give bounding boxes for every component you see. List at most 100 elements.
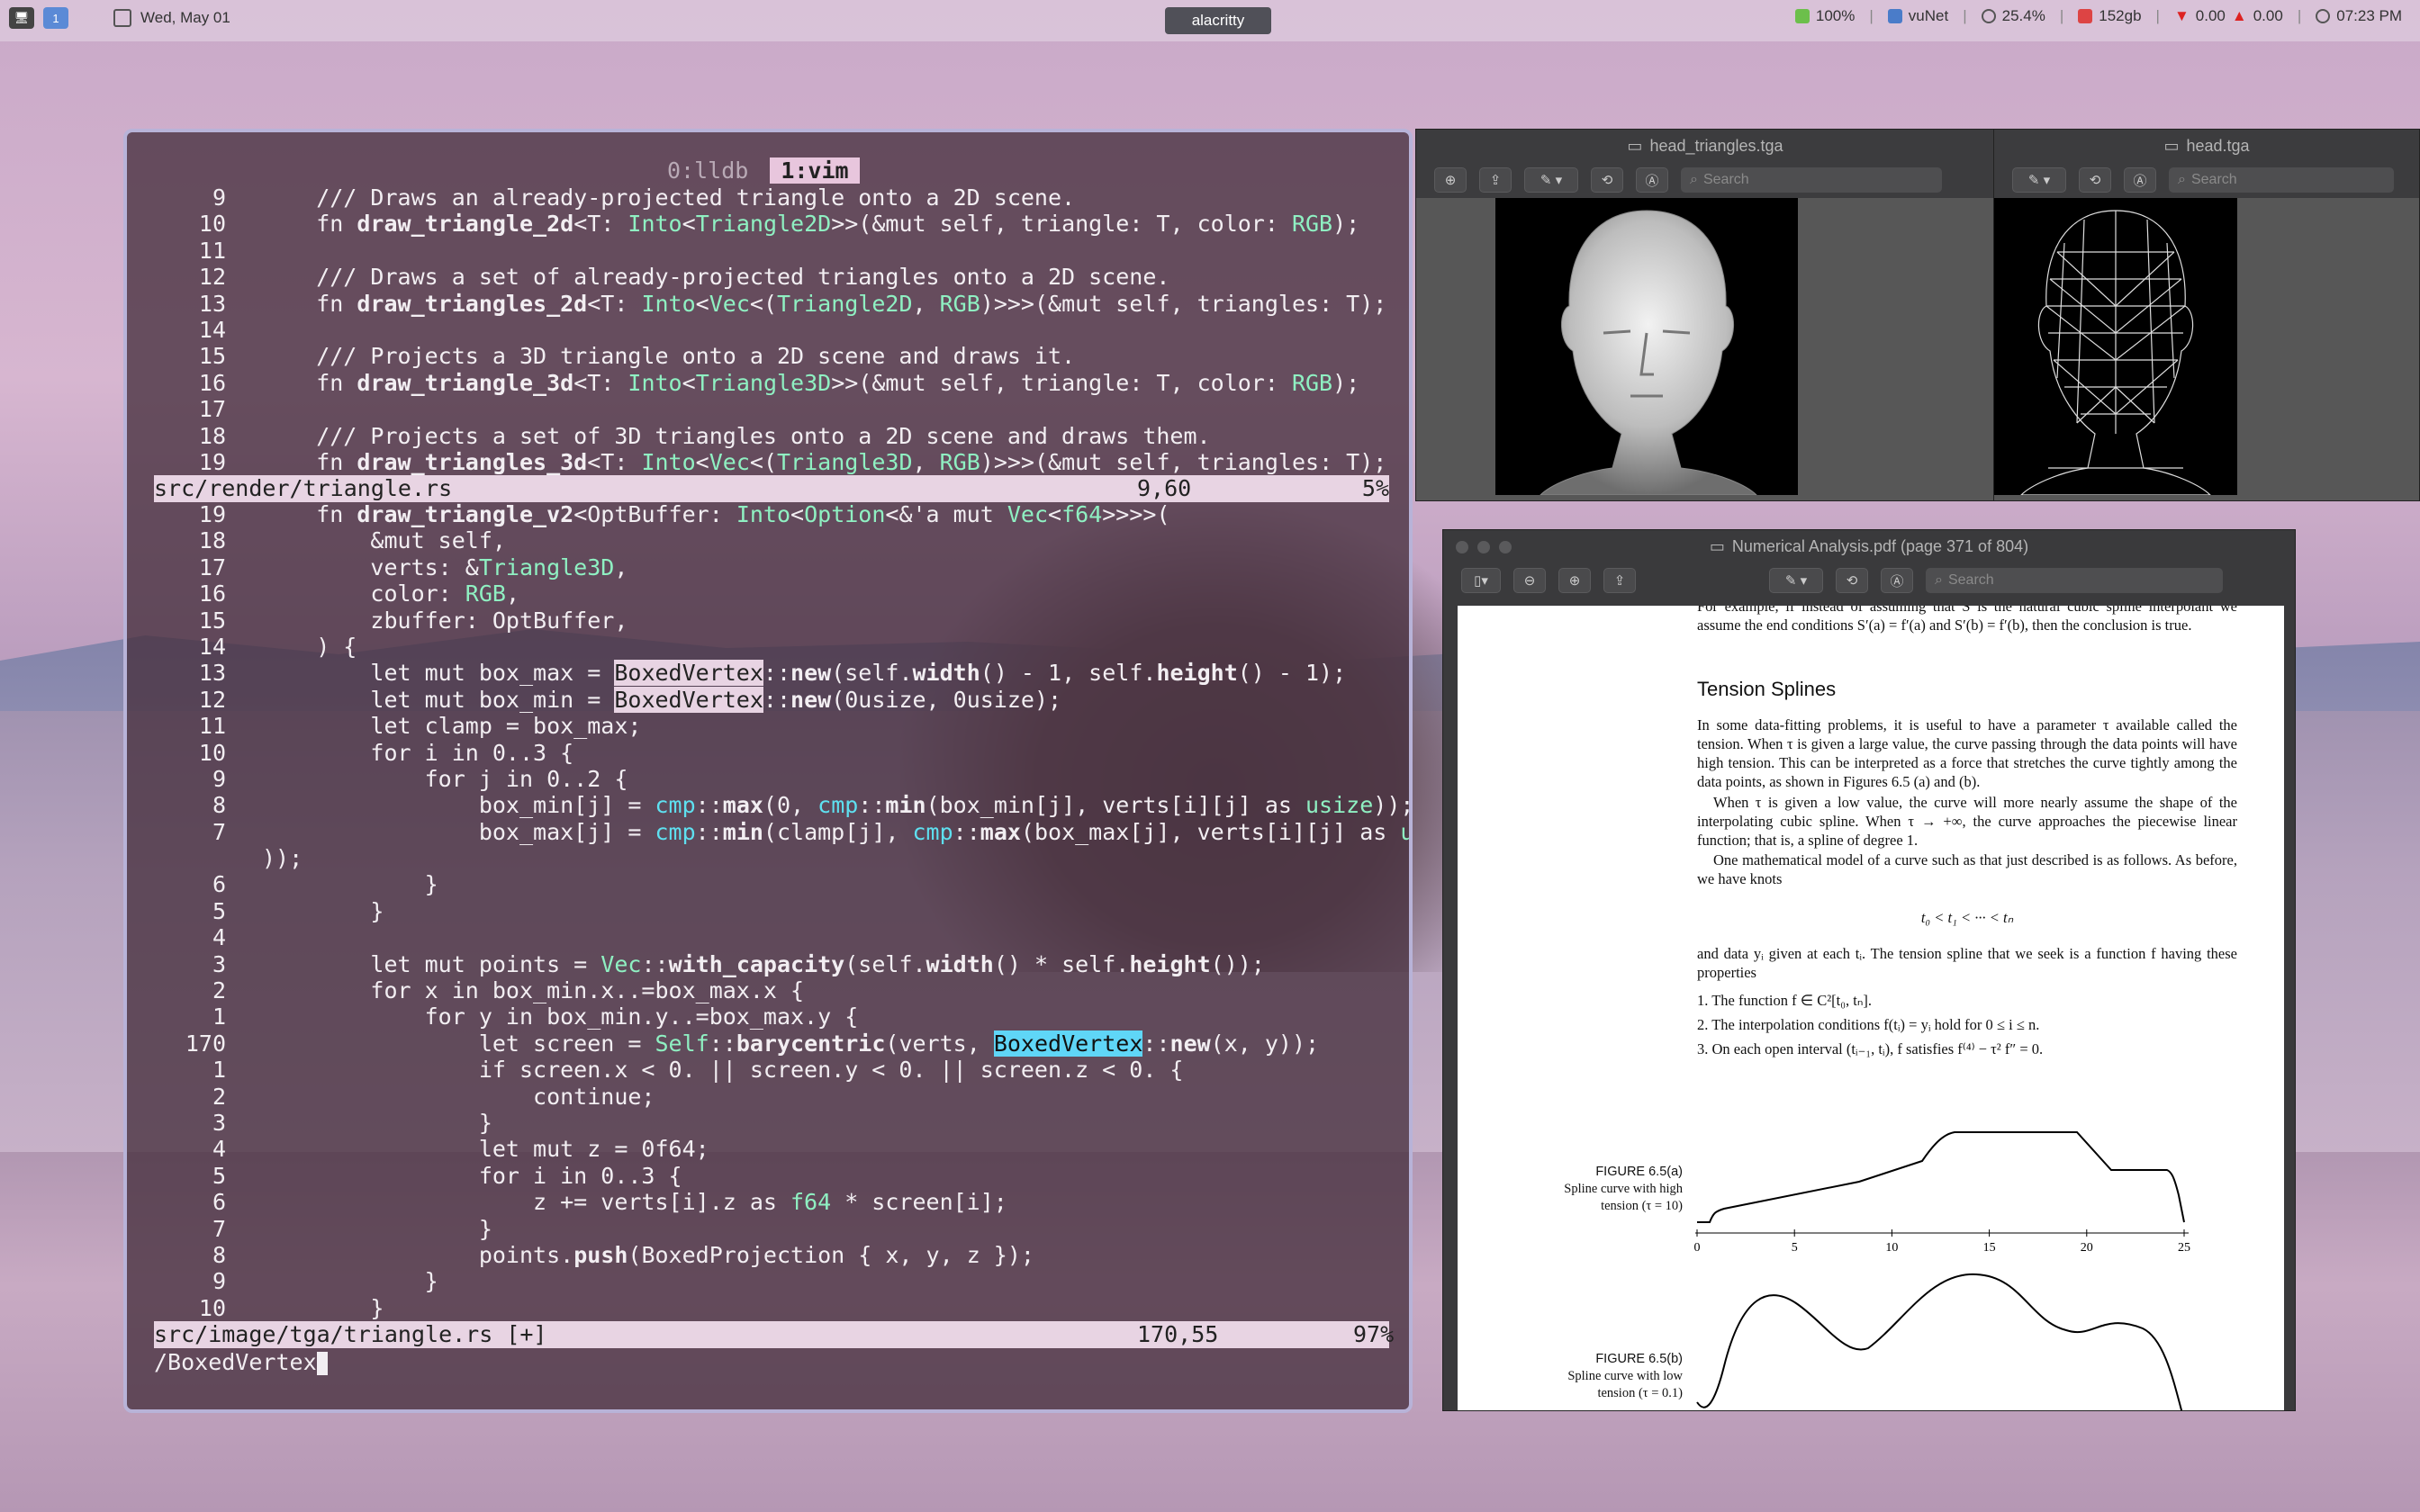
toolbar: ✎ ▾ ⟲ Ⓐ ⌕ Search [1994, 162, 2419, 198]
bottom-code-line[interactable]: 3 } [154, 1110, 1389, 1136]
net-down[interactable]: 0.00 [2196, 7, 2226, 25]
annotate-button[interactable]: Ⓐ [1881, 568, 1913, 593]
rotate-button[interactable]: ⟲ [1836, 568, 1868, 593]
top-code-line[interactable]: 18 /// Projects a set of 3D triangles on… [154, 423, 1389, 449]
bottom-code-line[interactable]: 6 z += verts[i].z as f64 * screen[i]; [154, 1189, 1389, 1215]
minimize-button[interactable] [1477, 541, 1490, 554]
statusline-filename: src/image/tga/triangle.rs [+] [154, 1321, 547, 1348]
search-input[interactable]: ⌕ Search [1681, 167, 1942, 193]
titlebar[interactable]: ▭ head.tga [1994, 130, 2419, 162]
bottom-code-line[interactable]: 16 color: RGB, [154, 580, 1389, 607]
bottom-code-line[interactable]: 2 continue; [154, 1084, 1389, 1110]
bottom-code-line[interactable]: 9 for j in 0..2 { [154, 766, 1389, 792]
figure-a-caption: FIGURE 6.5(a) Spline curve with high ten… [1530, 1164, 1683, 1215]
sidebar-toggle-button[interactable]: ▯▾ [1461, 568, 1501, 593]
line-number: 5 [212, 1162, 226, 1189]
bottom-code-line[interactable]: 14 ) { [154, 634, 1389, 660]
pdf-list-item-3: 3. On each open interval (tᵢ₋₁, tᵢ), f s… [1697, 1040, 2044, 1058]
bottom-code-line[interactable]: 6 } [154, 871, 1389, 897]
top-code-line[interactable]: 17 [154, 396, 1389, 422]
bottom-code-line[interactable]: 10 for i in 0..3 { [154, 740, 1389, 766]
bottom-code-line[interactable]: 3 let mut points = Vec::with_capacity(se… [154, 951, 1389, 977]
bottom-code-line[interactable]: 8 points.push(BoxedProjection { x, y, z … [154, 1242, 1389, 1268]
workspace-1[interactable]: 1 [43, 7, 68, 29]
markup-pen-button[interactable]: ✎ ▾ [1769, 568, 1823, 593]
share-button[interactable]: ⇪ [1479, 167, 1512, 193]
preview-window-head-triangles[interactable]: ▭ head_triangles.tga ⊕ ⇪ ✎ ▾ ⟲ Ⓐ ⌕ Searc… [1415, 129, 1995, 501]
bottom-code-line[interactable]: 19 fn draw_triangle_v2<OptBuffer: Into<O… [154, 501, 1389, 527]
code-text: fn draw_triangles_2d<T: Into<Vec<(Triang… [262, 290, 1387, 317]
bottom-code-line[interactable]: 1 if screen.x < 0. || screen.y < 0. || s… [154, 1057, 1389, 1083]
bottom-code-line[interactable]: )); [154, 845, 1389, 871]
net-up[interactable]: 0.00 [2253, 7, 2283, 25]
top-code-line[interactable]: 16 fn draw_triangle_3d<T: Into<Triangle3… [154, 370, 1389, 396]
bottom-code-line[interactable]: 2 for x in box_min.x..=box_max.x { [154, 977, 1389, 1004]
bottom-code-line[interactable]: 9 } [154, 1268, 1389, 1294]
vim-top-pane[interactable]: 9 /// Draws an already-projected triangl… [154, 184, 1389, 502]
pdf-preview-window[interactable]: ▭ Numerical Analysis.pdf (page 371 of 80… [1442, 529, 2296, 1411]
search-input[interactable]: ⌕ Search [2169, 167, 2394, 193]
annotate-button[interactable]: Ⓐ [2124, 167, 2156, 193]
date-label[interactable]: Wed, May 01 [140, 9, 230, 27]
top-code-line[interactable]: 9 /// Draws an already-projected triangl… [154, 184, 1389, 211]
zoom-in-button[interactable]: ⊕ [1558, 568, 1591, 593]
memory-usage[interactable]: 152gb [2099, 7, 2141, 25]
top-code-line[interactable]: 19 fn draw_triangles_3d<T: Into<Vec<(Tri… [154, 449, 1389, 475]
bottom-code-line[interactable]: 13 let mut box_max = BoxedVertex::new(se… [154, 660, 1389, 687]
preview-window-head[interactable]: ▭ head.tga ✎ ▾ ⟲ Ⓐ ⌕ Search [1993, 129, 2420, 501]
bottom-code-line[interactable]: 11 let clamp = box_max; [154, 713, 1389, 739]
cpu-usage[interactable]: 25.4% [2002, 7, 2045, 25]
annotate-button[interactable]: Ⓐ [1636, 167, 1668, 193]
markup-pen-button[interactable]: ✎ ▾ [2012, 167, 2066, 193]
zoom-out-button[interactable]: ⊖ [1513, 568, 1546, 593]
bottom-code-line[interactable]: 170 let screen = Self::barycentric(verts… [154, 1030, 1389, 1057]
alacritty-terminal-window[interactable]: 0:lldb 1:vim 9 /// Draws an already-proj… [123, 129, 1413, 1413]
search-input[interactable]: ⌕ Search [1926, 568, 2223, 593]
bottom-code-line[interactable]: 4 [154, 924, 1389, 950]
bottom-code-line[interactable]: 12 let mut box_min = BoxedVertex::new(0u… [154, 686, 1389, 713]
top-code-line[interactable]: 15 /// Projects a 3D triangle onto a 2D … [154, 343, 1389, 369]
bottom-code-line[interactable]: 7 } [154, 1216, 1389, 1242]
zoom-in-button[interactable]: ⊕ [1434, 167, 1467, 193]
top-code-line[interactable]: 13 fn draw_triangles_2d<T: Into<Vec<(Tri… [154, 291, 1389, 317]
code-text: color: RGB, [262, 580, 519, 608]
close-button[interactable] [1456, 541, 1468, 554]
clock-time[interactable]: 07:23 PM [2336, 7, 2402, 25]
bottom-code-line[interactable]: 10 } [154, 1295, 1389, 1321]
bottom-code-line[interactable]: 1 for y in box_min.y..=box_max.y { [154, 1004, 1389, 1030]
bottom-code-line[interactable]: 7 box_max[j] = cmp::min(clamp[j], cmp::m… [154, 819, 1409, 845]
share-button[interactable]: ⇪ [1603, 568, 1636, 593]
tmux-tab-lldb[interactable]: 0:lldb [667, 158, 748, 184]
zoom-button[interactable] [1499, 541, 1512, 554]
bottom-code-line[interactable]: 4 let mut z = 0f64; [154, 1136, 1389, 1162]
top-code-line[interactable]: 12 /// Draws a set of already-projected … [154, 264, 1389, 290]
battery-icon [1794, 9, 1810, 23]
pdf-page[interactable]: For example, if instead of assuming that… [1458, 606, 2284, 1410]
document-icon: ▭ [1627, 136, 1643, 155]
network-name[interactable]: vuNet [1909, 7, 1948, 25]
bottom-code-line[interactable]: 18 &mut self, [154, 527, 1389, 554]
bottom-code-line[interactable]: 17 verts: &Triangle3D, [154, 554, 1389, 580]
tmux-tab-vim[interactable]: 1:vim [770, 158, 860, 184]
bottom-code-line[interactable]: 15 zbuffer: OptBuffer, [154, 608, 1389, 634]
line-number: 1 [212, 1057, 226, 1084]
bottom-code-line[interactable]: 5 } [154, 898, 1389, 924]
markup-pen-button[interactable]: ✎ ▾ [1524, 167, 1578, 193]
workspace-desktop-icon[interactable]: 🖥 [9, 7, 34, 29]
titlebar[interactable]: ▭ head_triangles.tga [1416, 130, 1994, 162]
titlebar[interactable]: ▭ Numerical Analysis.pdf (page 371 of 80… [1443, 530, 2295, 562]
top-code-line[interactable]: 11 [154, 238, 1389, 264]
top-code-line[interactable]: 10 fn draw_triangle_2d<T: Into<Triangle2… [154, 211, 1389, 237]
bottom-code-line[interactable]: 8 box_min[j] = cmp::max(0, cmp::min(box_… [154, 792, 1409, 818]
line-number: 9 [212, 765, 226, 792]
top-code-line[interactable]: 14 [154, 317, 1389, 343]
vim-command-line[interactable]: /BoxedVertex [154, 1349, 328, 1375]
bottom-code-line[interactable]: 5 for i in 0..3 { [154, 1163, 1389, 1189]
active-app-label[interactable]: alacritty [1165, 7, 1271, 34]
statusline-percent: 97% [1353, 1321, 1395, 1348]
battery-level[interactable]: 100% [1816, 7, 1855, 25]
rotate-button[interactable]: ⟲ [2079, 167, 2111, 193]
rotate-button[interactable]: ⟲ [1591, 167, 1623, 193]
vim-bottom-pane[interactable]: 19 fn draw_triangle_v2<OptBuffer: Into<O… [154, 501, 1409, 1348]
